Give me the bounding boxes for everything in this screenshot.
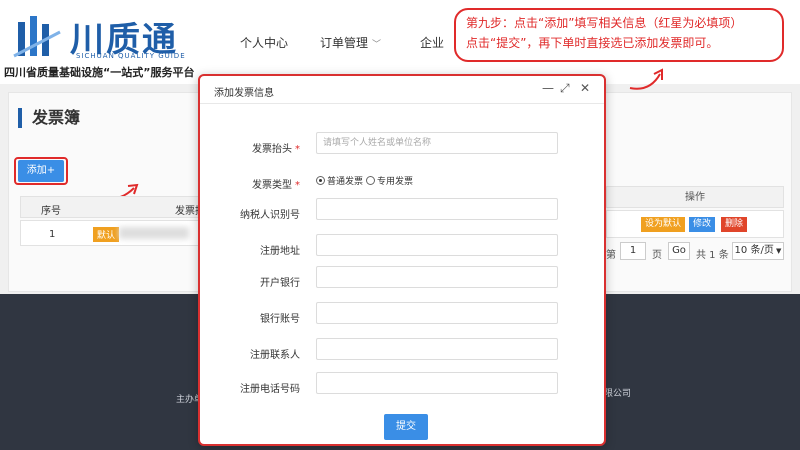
chevron-down-icon: ﹀	[372, 40, 382, 50]
curved-arrow-icon	[629, 68, 663, 90]
pager-total: 共 1 条	[696, 250, 729, 261]
close-icon[interactable]: ✕	[580, 81, 590, 95]
invoice-title-input[interactable]: 请填写个人姓名或单位名称	[316, 132, 558, 154]
bank-account-input[interactable]	[316, 302, 558, 324]
chevron-down-icon: ▼	[773, 247, 782, 255]
label-bank: 开户银行	[260, 278, 300, 289]
add-button[interactable]: 添加+	[18, 160, 64, 182]
operations-header: 操作	[606, 186, 784, 208]
bank-input[interactable]	[316, 266, 558, 288]
page-title: 发票簿	[18, 108, 80, 128]
nav-order-management[interactable]: 订单管理 ﹀	[320, 34, 381, 51]
label-bank-account: 银行账号	[260, 314, 300, 325]
pager-go-button[interactable]: Go	[668, 242, 690, 260]
page-number-input[interactable]: 1	[620, 242, 646, 260]
label-registered-address: 注册地址	[260, 246, 300, 257]
logo-subtitle: SICHUAN QUALITY GUIDE	[76, 52, 186, 60]
table-row[interactable]: 1 默认	[20, 220, 220, 246]
label-invoice-title: 发票抬头 *	[252, 144, 300, 155]
label-phone: 注册电话号码	[240, 384, 300, 395]
maximize-icon[interactable]: ⤢	[560, 81, 570, 96]
add-invoice-dialog: 添加发票信息 — ⤢ ✕ 发票抬头 * 请填写个人姓名或单位名称 发票类型 * 普通…	[198, 74, 606, 446]
dialog-title: 添加发票信息	[214, 88, 274, 99]
required-star: *	[295, 144, 300, 155]
registered-address-input[interactable]	[316, 234, 558, 256]
label-taxpayer-id: 纳税人识别号	[240, 210, 300, 221]
operations-row: 设为默认 修改 删除	[606, 210, 784, 238]
set-default-button[interactable]: 设为默认	[641, 217, 686, 232]
edit-button[interactable]: 修改	[689, 217, 716, 232]
label-invoice-type: 发票类型 *	[252, 180, 300, 191]
label-contact: 注册联系人	[250, 350, 300, 361]
nav-enterprise[interactable]: 企业	[420, 34, 444, 51]
row-number: 1	[49, 229, 56, 240]
table-header: 序号 发票抬	[20, 196, 220, 218]
pager-goto-prefix: 第	[606, 250, 616, 261]
instruction-line-2: 点击“提交”，再下单时直接选已添加发票即可。	[466, 36, 719, 50]
contact-input[interactable]	[316, 338, 558, 360]
platform-name: 四川省质量基础设施“一站式”服务平台	[4, 66, 195, 79]
logo-mark-icon	[13, 16, 61, 58]
minimize-icon[interactable]: —	[542, 81, 554, 95]
blurred-invoice-title	[119, 227, 189, 239]
required-star: *	[295, 180, 300, 191]
column-header-number: 序号	[41, 206, 61, 217]
instruction-line-1: 第九步：点击“添加”填写相关信息（红星为必填项）	[466, 16, 743, 30]
pager-page-suffix: 页	[652, 250, 662, 261]
radio-normal-invoice[interactable]: 普通发票	[316, 174, 363, 187]
nav-personal-center[interactable]: 个人中心	[240, 34, 288, 51]
phone-input[interactable]	[316, 372, 558, 394]
page-size-select[interactable]: 10 条/页 ▼	[732, 242, 784, 260]
radio-special-invoice[interactable]: 专用发票	[366, 174, 413, 187]
radio-unchecked-icon	[366, 176, 375, 185]
dialog-header: 添加发票信息 — ⤢ ✕	[200, 76, 604, 104]
radio-checked-icon	[316, 176, 325, 185]
submit-button[interactable]: 提交	[384, 414, 428, 440]
delete-button[interactable]: 删除	[721, 217, 748, 232]
footer-company-text: 限公司	[604, 389, 632, 399]
taxpayer-id-input[interactable]	[316, 198, 558, 220]
default-badge: 默认	[93, 227, 120, 242]
